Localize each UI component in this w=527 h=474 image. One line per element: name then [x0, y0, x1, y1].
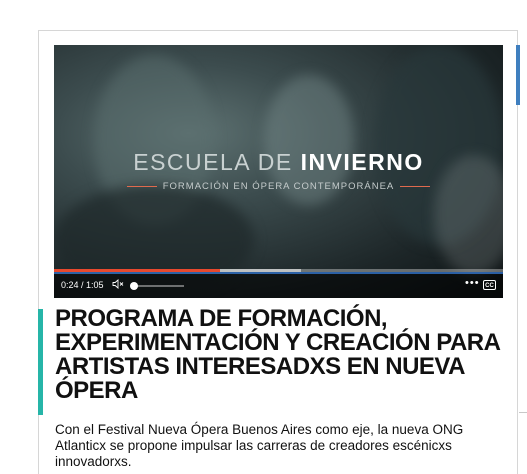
volume-slider-handle[interactable]	[130, 282, 138, 290]
video-player[interactable]: ESCUELA DE INVIERNO FORMACIÓN EN ÓPERA C…	[54, 45, 503, 298]
article-headline[interactable]: PROGRAMA DE FORMACIÓN, EXPERIMENTACIÓN Y…	[55, 307, 510, 403]
video-overlay-subtitle-row: FORMACIÓN EN ÓPERA CONTEMPORÁNEA	[54, 181, 503, 192]
subtitle-left-rule	[126, 185, 157, 187]
video-overlay-title-bold: INVIERNO	[300, 149, 424, 175]
volume-slider[interactable]	[130, 282, 184, 290]
article-lede: Con el Festival Nueva Ópera Buenos Aires…	[55, 422, 464, 469]
closed-captions-icon[interactable]: CC	[483, 280, 496, 290]
adjacent-card-accent	[516, 45, 520, 105]
video-time-display: 0:24 / 1:05	[61, 280, 104, 290]
more-options-icon[interactable]: •••	[465, 277, 480, 289]
headline-accent-bar	[38, 309, 43, 415]
video-overlay-title: ESCUELA DE INVIERNO	[54, 149, 503, 176]
speaker-muted-icon[interactable]	[112, 278, 124, 292]
video-overlay-subtitle: FORMACIÓN EN ÓPERA CONTEMPORÁNEA	[162, 181, 395, 192]
adjacent-card-divider	[519, 412, 527, 413]
subtitle-right-rule	[400, 185, 431, 187]
video-overlay-title-light: ESCUELA DE	[133, 149, 293, 175]
video-controls-bar: 0:24 / 1:05 ••• CC	[54, 274, 503, 298]
